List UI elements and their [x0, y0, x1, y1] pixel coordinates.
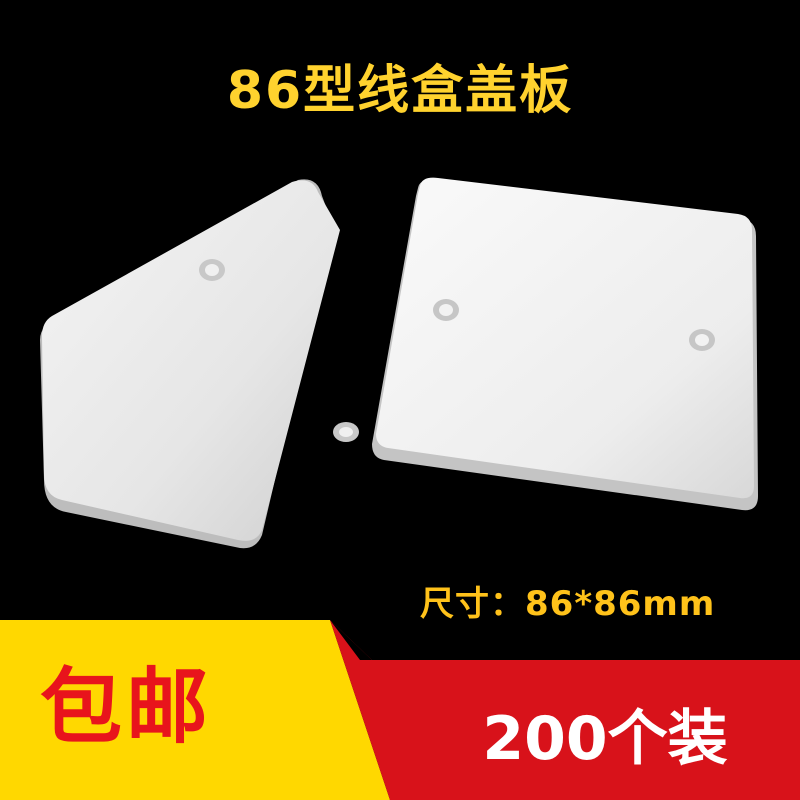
quantity-label: 200个装	[482, 704, 728, 774]
cover-plate-left	[40, 179, 359, 549]
free-shipping-label: 包邮	[40, 660, 213, 755]
size-label: 尺寸：86*86mm	[420, 584, 716, 624]
cover-plate-right	[372, 177, 758, 511]
